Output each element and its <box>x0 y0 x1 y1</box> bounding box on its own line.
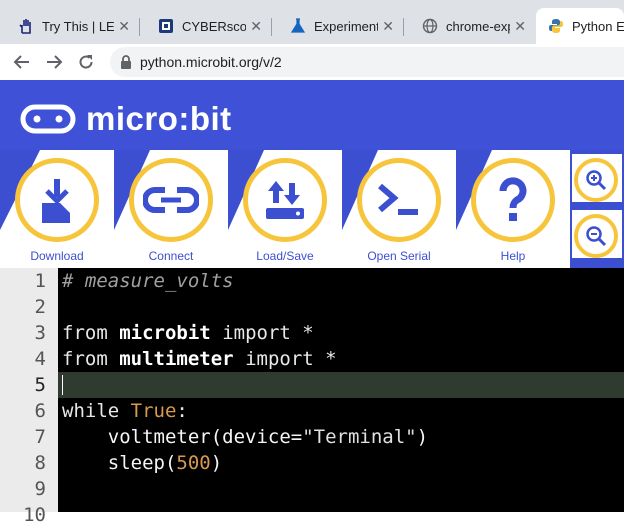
address-bar[interactable]: python.microbit.org/v/2 <box>110 47 624 77</box>
arrow-left-icon <box>13 55 29 69</box>
code-text: from multimeter import * <box>62 348 337 370</box>
browser-tab[interactable]: CYBERscope ✕ <box>140 8 272 44</box>
microbit-logo-icon <box>20 104 76 134</box>
help-icon <box>499 177 527 221</box>
code-comment: # measure_volts <box>62 270 234 292</box>
line-number: 2 <box>34 296 46 318</box>
url-text: python.microbit.org/v/2 <box>140 54 282 70</box>
load-save-icon <box>266 181 304 219</box>
browser-tab[interactable]: chrome-expe ✕ <box>404 8 536 44</box>
connect-icon <box>143 187 199 213</box>
code-line[interactable]: 6 while True: <box>0 398 624 424</box>
browser-tab-strip: Try This | LEA ✕ CYBERscope ✕ Experiment… <box>0 0 624 44</box>
microbit-logo: micro:bit <box>20 100 232 138</box>
open-serial-label: Open Serial <box>367 249 431 263</box>
zoom-out-button-circle <box>574 214 618 258</box>
reload-button[interactable] <box>74 50 98 74</box>
current-line-highlight <box>58 372 624 398</box>
line-number: 10 <box>23 504 46 526</box>
zoom-out-icon <box>586 226 607 247</box>
load-save-label: Load/Save <box>256 249 314 263</box>
download-label: Download <box>30 249 84 263</box>
zoom-in-icon <box>586 170 607 191</box>
code-line[interactable]: 1 # measure_volts <box>0 268 624 294</box>
browser-tab[interactable]: Experiments ✕ <box>272 8 404 44</box>
code-editor[interactable]: 1 # measure_volts 2 3 from microbit impo… <box>0 268 624 526</box>
code-line[interactable]: 7 voltmeter(device="Terminal") <box>0 424 624 450</box>
close-tab-icon[interactable]: ✕ <box>118 18 130 35</box>
open-serial-button-circle <box>357 158 441 242</box>
help-label: Help <box>500 249 526 263</box>
load-save-button-circle <box>243 158 327 242</box>
code-line[interactable]: 9 <box>0 476 624 502</box>
zoom-in-button-circle <box>574 158 618 202</box>
back-button[interactable] <box>10 50 34 74</box>
help-button[interactable]: Help <box>456 150 570 268</box>
line-number: 6 <box>34 400 46 422</box>
forward-button[interactable] <box>42 50 66 74</box>
line-number: 4 <box>34 348 46 370</box>
action-toolbar: Download Connect Load/Save Open Serial H… <box>0 150 624 268</box>
line-number: 3 <box>34 322 46 344</box>
code-line[interactable]: 10 <box>0 502 624 528</box>
browser-tab[interactable]: Try This | LEA ✕ <box>0 8 140 44</box>
code-line-current[interactable]: 5 <box>0 372 624 398</box>
logo-text: micro:bit <box>86 100 232 137</box>
connect-label: Connect <box>148 249 194 263</box>
zoom-out-button[interactable] <box>572 210 622 258</box>
download-button[interactable]: Download <box>0 150 114 268</box>
browser-toolbar: python.microbit.org/v/2 <box>0 44 624 80</box>
open-serial-button[interactable]: Open Serial <box>342 150 456 268</box>
close-tab-icon[interactable]: ✕ <box>382 18 394 35</box>
tab-label: CYBERscope <box>182 18 247 34</box>
code-text: while True: <box>62 400 188 422</box>
text-cursor <box>62 375 63 395</box>
reload-icon <box>79 55 93 69</box>
tab-label: Experiments <box>314 18 379 34</box>
code-text: from microbit import * <box>62 322 314 344</box>
line-number: 1 <box>34 270 46 292</box>
app-header: micro:bit <box>0 80 624 150</box>
download-icon <box>42 179 70 223</box>
line-number: 8 <box>34 452 46 474</box>
zoom-in-button[interactable] <box>572 154 622 202</box>
line-number: 7 <box>34 426 46 448</box>
cyberscope-icon <box>159 19 173 33</box>
code-line[interactable]: 8 sleep(500) <box>0 450 624 476</box>
lock-icon <box>121 55 131 69</box>
hand-icon <box>19 19 31 34</box>
code-line[interactable]: 3 from microbit import * <box>0 320 624 346</box>
close-tab-icon[interactable]: ✕ <box>514 18 526 35</box>
python-icon <box>549 19 563 33</box>
code-line[interactable]: 4 from multimeter import * <box>0 346 624 372</box>
code-text: sleep(500) <box>107 452 223 474</box>
connect-button[interactable]: Connect <box>114 150 228 268</box>
flask-icon <box>290 18 306 33</box>
serial-terminal-icon <box>378 183 418 215</box>
tab-label: Python Ed <box>572 18 624 34</box>
close-tab-icon[interactable]: ✕ <box>250 18 262 35</box>
tab-label: Try This | LEA <box>42 18 115 34</box>
download-button-circle <box>15 158 99 242</box>
line-number: 9 <box>34 478 46 500</box>
line-number: 5 <box>34 374 46 396</box>
tab-label: chrome-expe <box>446 18 510 34</box>
arrow-right-icon <box>47 55 63 69</box>
load-save-button[interactable]: Load/Save <box>228 150 342 268</box>
connect-button-circle <box>129 158 213 242</box>
code-text: voltmeter(device="Terminal") <box>107 426 429 448</box>
code-line[interactable]: 2 <box>0 294 624 320</box>
help-button-circle <box>471 158 555 242</box>
globe-icon <box>422 18 438 34</box>
browser-tab-active[interactable]: Python Ed <box>536 8 624 44</box>
